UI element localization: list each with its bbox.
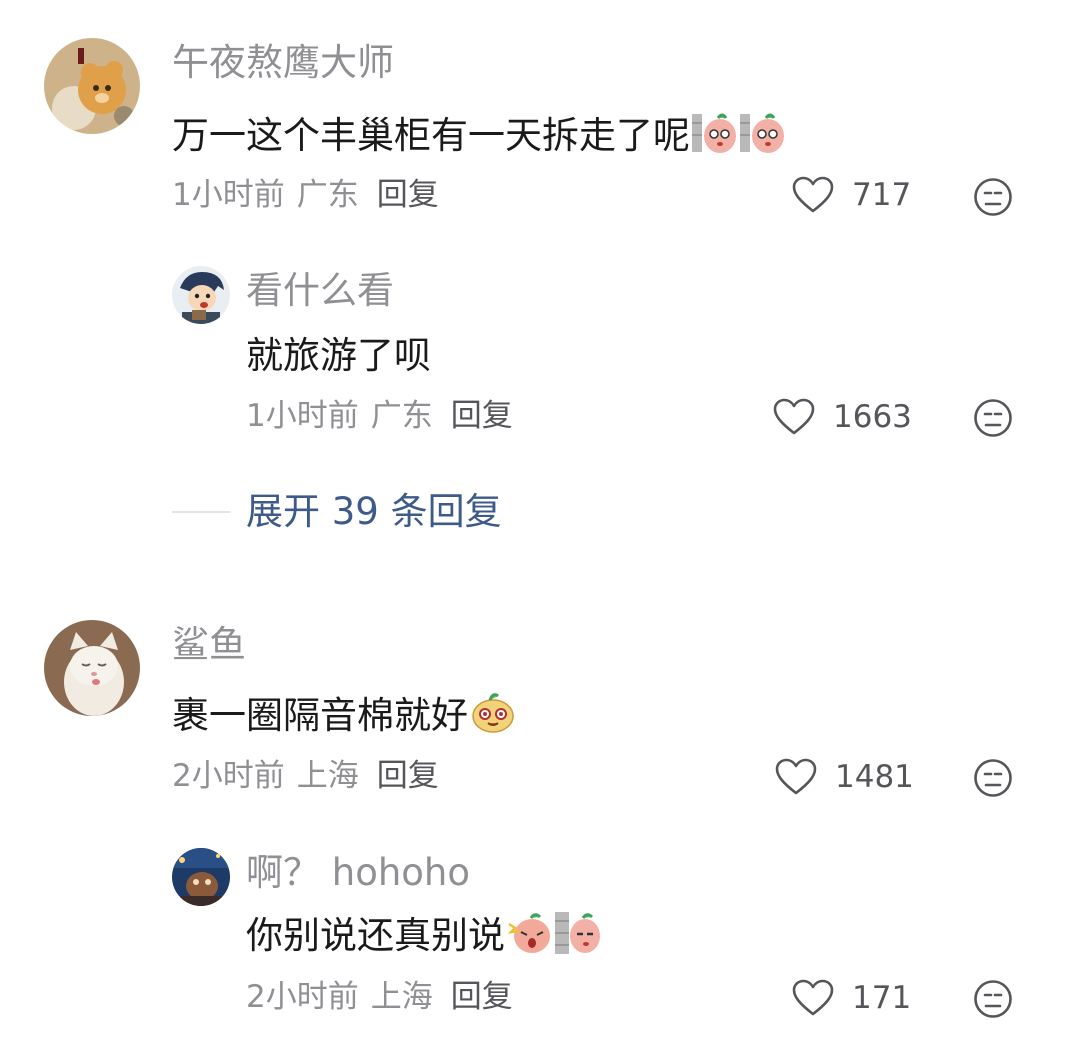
heart-outline-icon (792, 979, 834, 1016)
expand-replies-button[interactable]: 展开 39 条回复 (246, 493, 502, 530)
reply-button[interactable]: 回复 (451, 979, 513, 1015)
comment-time: 1小时前 (172, 177, 285, 213)
like-count: 1481 (835, 758, 914, 795)
heart-outline-icon (792, 176, 834, 213)
reply-button[interactable]: 回复 (377, 177, 439, 213)
reply-time: 2小时前 (246, 979, 359, 1015)
angry-peach-emoji (507, 910, 553, 960)
reply-text: 就旅游了呗 (246, 334, 431, 376)
reply-button[interactable]: 回复 (451, 398, 513, 434)
like-button[interactable]: 717 (792, 176, 911, 214)
dislike-button[interactable] (973, 398, 1013, 442)
reply-text-content: 就旅游了呗 (246, 333, 431, 377)
smug-face-emoji (470, 690, 516, 740)
avatar[interactable] (44, 38, 140, 134)
username[interactable]: 啊？ hohoho (246, 854, 470, 891)
reply-text: 你别说还真别说 (246, 912, 601, 957)
comment-text-content: 万一这个丰巢柜有一天拆走了呢 (172, 113, 690, 157)
shy-peach-emoji (692, 110, 738, 160)
username[interactable]: 午夜熬鹰大师 (172, 44, 394, 81)
comment-meta: 2小时前 上海 回复 (172, 761, 439, 792)
comment-text-content: 裹一圈隔音棉就好 (172, 693, 468, 737)
like-button[interactable]: 1663 (773, 398, 912, 436)
reply-location: 上海 (370, 979, 433, 1015)
username[interactable]: 鲨鱼 (172, 626, 246, 663)
comment-location: 上海 (296, 758, 359, 794)
heart-outline-icon (775, 758, 817, 795)
reply-text-content: 你别说还真别说 (246, 913, 505, 957)
expand-divider (172, 511, 230, 513)
dislike-button[interactable] (973, 979, 1013, 1023)
like-count: 1663 (833, 398, 912, 435)
meh-face-icon (974, 178, 1012, 216)
reply-time: 1小时前 (246, 398, 359, 434)
like-button[interactable]: 171 (792, 979, 911, 1017)
shy-peach-emoji (740, 110, 786, 160)
reply-meta: 2小时前 上海 回复 (246, 982, 513, 1013)
dislike-button[interactable] (973, 758, 1013, 802)
meh-face-icon (974, 399, 1012, 437)
reply-button[interactable]: 回复 (377, 758, 439, 794)
like-count: 171 (852, 979, 912, 1016)
peeking-peach-emoji (555, 910, 601, 960)
meh-face-icon (974, 980, 1012, 1018)
like-button[interactable]: 1481 (775, 758, 914, 796)
comment-meta: 1小时前 广东 回复 (172, 180, 439, 211)
meh-face-icon (974, 759, 1012, 797)
comment-time: 2小时前 (172, 758, 285, 794)
comment-location: 广东 (296, 177, 359, 213)
avatar[interactable] (172, 848, 230, 906)
avatar[interactable] (44, 620, 140, 716)
heart-outline-icon (773, 398, 815, 435)
dislike-button[interactable] (973, 177, 1013, 221)
reply-meta: 1小时前 广东 回复 (246, 401, 513, 432)
avatar[interactable] (172, 266, 230, 324)
reply-location: 广东 (370, 398, 433, 434)
comment-text: 万一这个丰巢柜有一天拆走了呢 (172, 113, 786, 157)
like-count: 717 (852, 176, 912, 213)
comment-text: 裹一圈隔音棉就好 (172, 693, 516, 737)
username[interactable]: 看什么看 (246, 272, 394, 309)
